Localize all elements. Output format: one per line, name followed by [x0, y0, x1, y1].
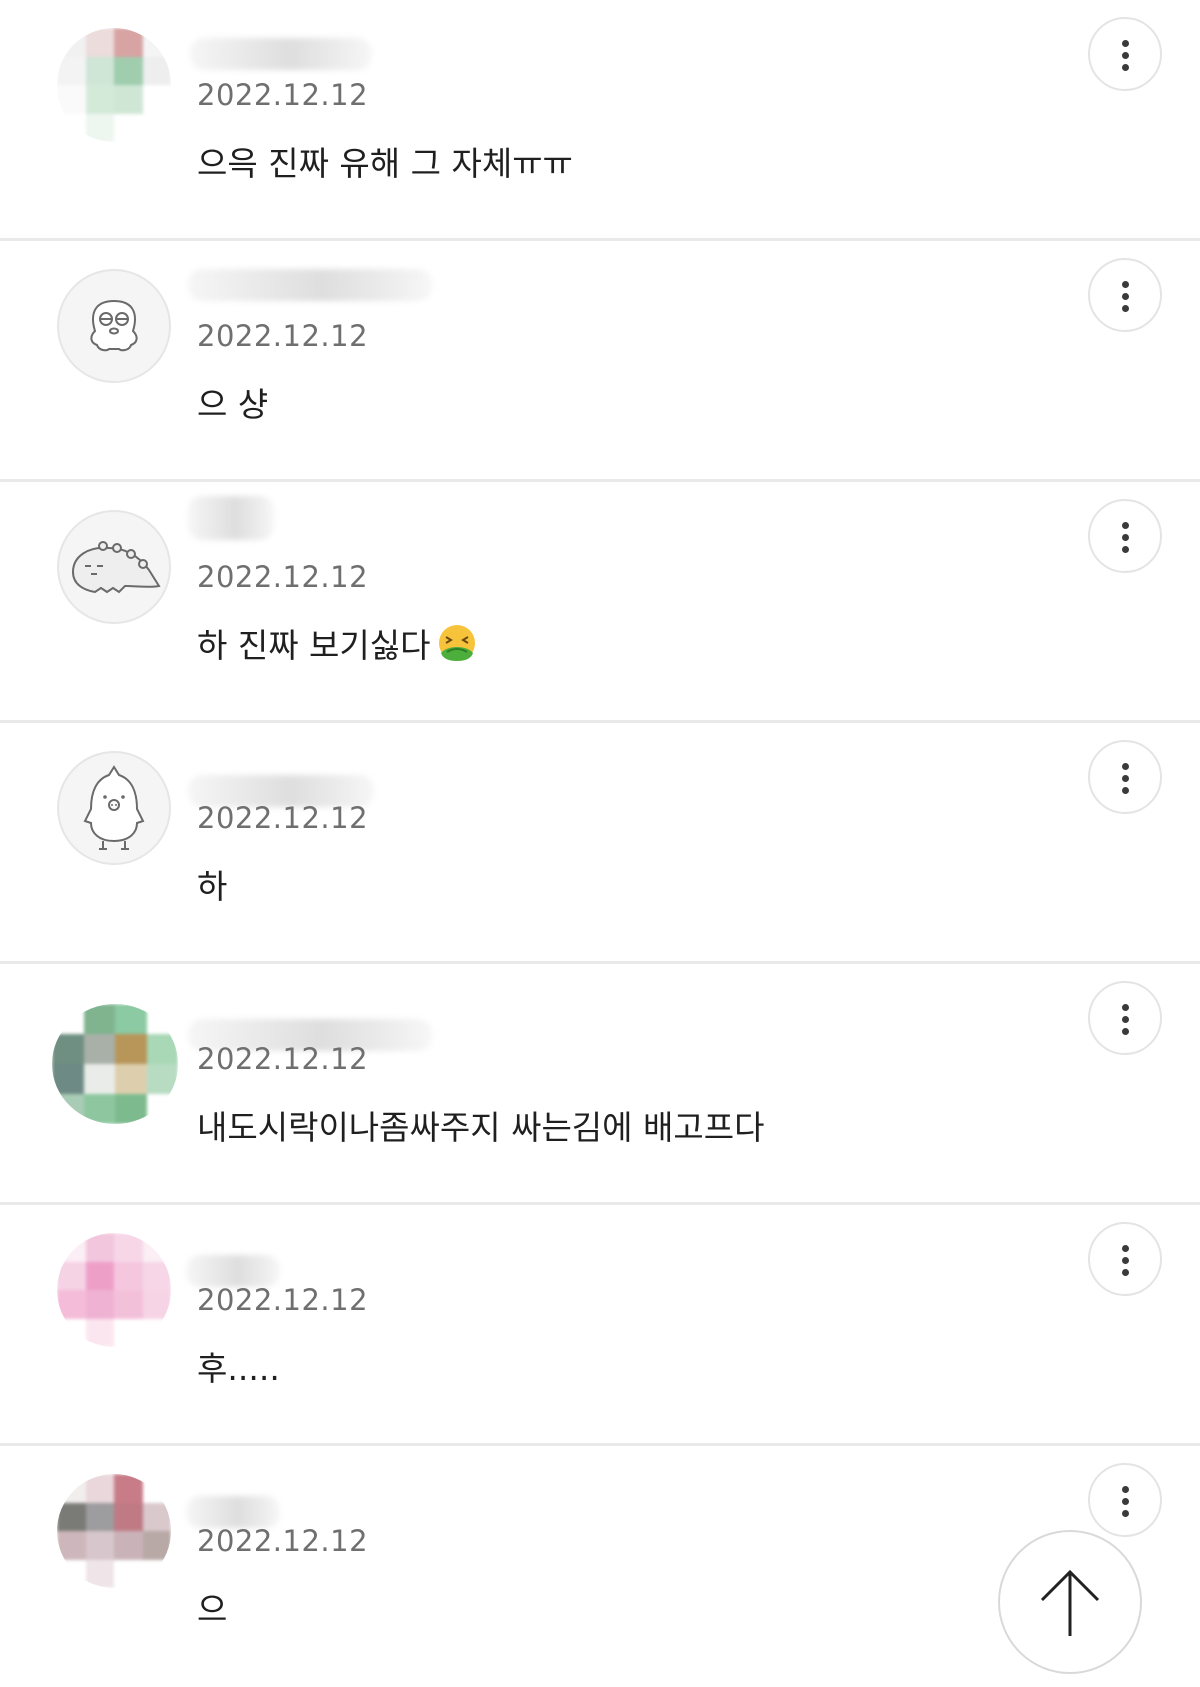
arrow-up-icon: [1040, 1569, 1100, 1636]
more-options-button[interactable]: [1088, 17, 1162, 91]
avatar-photo-blurred: [57, 1233, 171, 1347]
comment-date: 2022.12.12: [197, 1042, 369, 1076]
vertical-dots-icon: [1122, 40, 1129, 47]
character-dino-icon: [71, 541, 161, 594]
vertical-dots-icon: [1122, 522, 1129, 529]
vertical-dots-icon: [1122, 1004, 1129, 1011]
avatar[interactable]: [52, 1004, 178, 1124]
vertical-dots-icon: [1122, 1486, 1129, 1493]
comment-item: 2022.12.12 하 진짜 보기싫다: [0, 482, 1200, 723]
comment-list: 2022.12.12 으윽 진짜 유해 그 자체ㅠㅠ 2022.12.12 으 …: [0, 0, 1200, 1687]
comment-date: 2022.12.12: [197, 1524, 369, 1558]
comment-date: 2022.12.12: [197, 319, 369, 353]
avatar[interactable]: [57, 1474, 171, 1588]
avatar[interactable]: [57, 751, 171, 865]
comment-item: 2022.12.12 내도시락이나좀싸주지 싸는김에 배고프다: [0, 964, 1200, 1205]
avatar-photo-blurred: [57, 28, 171, 142]
more-options-button[interactable]: [1088, 258, 1162, 332]
vertical-dots-icon: [1122, 1245, 1129, 1252]
vertical-dots-icon: [1122, 763, 1129, 770]
avatar[interactable]: [57, 510, 171, 624]
comment-text: 하: [197, 867, 228, 906]
nickname-redacted: [190, 38, 372, 70]
more-options-button[interactable]: [1088, 1222, 1162, 1296]
comment-item: 2022.12.12 으윽 진짜 유해 그 자체ㅠㅠ: [0, 0, 1200, 241]
nauseated-face-emoji: [438, 625, 475, 661]
character-penguin-icon: [83, 765, 145, 850]
comment-text: 으윽 진짜 유해 그 자체ㅠㅠ: [197, 144, 573, 183]
avatar-photo-blurred: [52, 1004, 178, 1124]
comment-item: 2022.12.12 하: [0, 723, 1200, 964]
avatar[interactable]: [57, 28, 171, 142]
avatar[interactable]: [57, 1233, 171, 1347]
more-options-button[interactable]: [1088, 981, 1162, 1055]
avatar[interactable]: [57, 269, 171, 383]
nickname-redacted: [188, 496, 274, 540]
comment-text-value: 하 진짜 보기싫다: [197, 626, 431, 665]
comment-date: 2022.12.12: [197, 1283, 369, 1317]
comment-text: 으 샹: [197, 385, 269, 424]
comment-text: 하 진짜 보기싫다: [197, 619, 477, 667]
character-face-icon: [90, 299, 138, 352]
scroll-to-top-button[interactable]: [998, 1530, 1142, 1674]
more-options-button[interactable]: [1088, 499, 1162, 573]
more-options-button[interactable]: [1088, 740, 1162, 814]
comment-text: 으: [197, 1590, 228, 1629]
comment-item: 2022.12.12 으 샹: [0, 241, 1200, 482]
comment-date: 2022.12.12: [197, 801, 369, 835]
comment-text: 후.....: [197, 1349, 280, 1388]
comment-date: 2022.12.12: [197, 560, 369, 594]
comment-text: 내도시락이나좀싸주지 싸는김에 배고프다: [197, 1108, 765, 1147]
comment-date: 2022.12.12: [197, 78, 369, 112]
nickname-redacted: [188, 269, 432, 301]
avatar-photo-blurred: [57, 1474, 171, 1588]
vertical-dots-icon: [1122, 281, 1129, 288]
comment-item: 2022.12.12 후.....: [0, 1205, 1200, 1446]
more-options-button[interactable]: [1088, 1463, 1162, 1537]
